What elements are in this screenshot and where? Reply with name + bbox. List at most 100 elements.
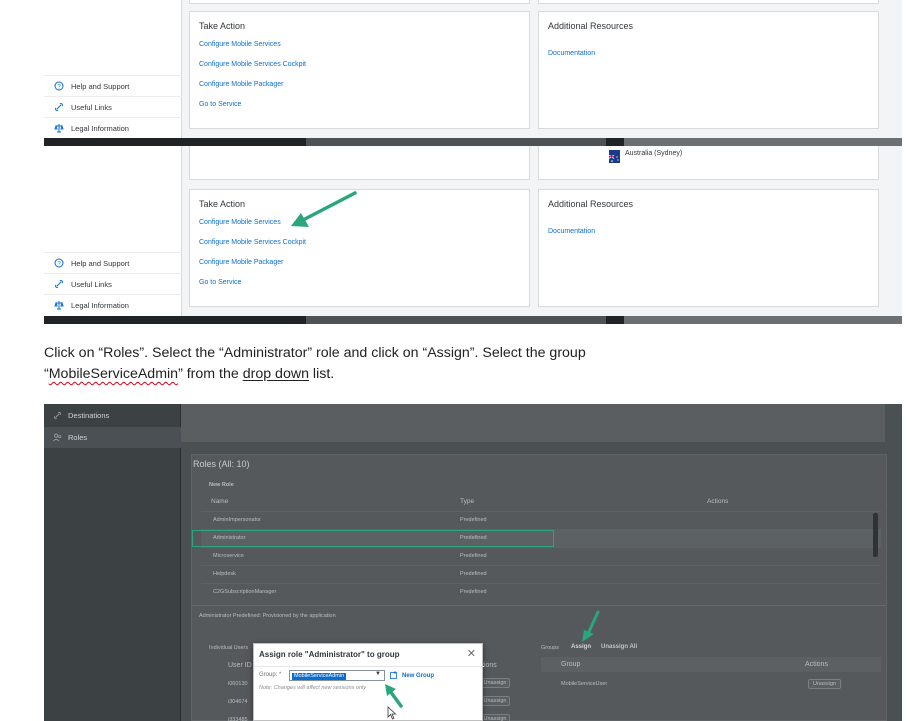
sidebar-item-help[interactable]: ? Help and Support (44, 75, 182, 96)
link-icon (54, 102, 64, 112)
sidebar-item-label: Roles (68, 433, 88, 442)
additional-resources-card: Additional Resources Documentation (538, 11, 879, 129)
sidebar-item-label: Help and Support (71, 258, 130, 268)
take-action-card: Take Action Configure Mobile Services Co… (189, 11, 530, 129)
role-detail-line: Administrator Predefined: Provisioned by… (199, 613, 336, 619)
pointer-arrow-icon (582, 610, 600, 642)
sidebar-item-roles[interactable]: Roles (44, 427, 181, 448)
group-select-value: MobileServiceAdmin (292, 672, 347, 680)
user-id-column: User ID (228, 662, 252, 669)
link-go-to-service[interactable]: Go to Service (199, 279, 241, 286)
roles-title: Roles (All: 10) (193, 459, 250, 469)
pointer-arrow-icon (291, 191, 357, 227)
sidebar: ? Help and Support Useful Links Legal In… (44, 0, 182, 146)
sidebar-item-label: Legal Information (71, 123, 129, 133)
link-configure-mobile-services[interactable]: Configure Mobile Services (199, 41, 281, 48)
sidebar-item-destinations[interactable]: Destinations (44, 405, 181, 426)
additional-resources-title: Additional Resources (548, 21, 634, 31)
table-scrollbar[interactable] (873, 513, 878, 557)
group-row: MobileServiceUser (561, 681, 608, 687)
roles-icon (52, 433, 62, 443)
link-configure-mobile-services[interactable]: Configure Mobile Services (199, 219, 281, 226)
table-row[interactable]: Helpdesk Predefined (201, 565, 881, 583)
help-icon: ? (54, 81, 64, 91)
sidebar-item-useful-links[interactable]: Useful Links (44, 273, 182, 294)
instruction-group-name: MobileServiceAdmin (48, 366, 179, 382)
unassign-button[interactable]: Unassign (808, 679, 841, 689)
group-field-label: Group: * (259, 672, 282, 678)
card-top-partial (538, 0, 879, 4)
sidebar-item-label: Useful Links (71, 279, 112, 289)
link-icon (54, 279, 64, 289)
sidebar-item-useful-links[interactable]: Useful Links (44, 96, 182, 117)
new-group-button[interactable]: New Group (390, 671, 434, 681)
table-row[interactable]: AdminImpersonator Predefined (201, 511, 881, 529)
unassign-user-button[interactable]: Unassign (480, 696, 510, 706)
screenshot-overview-top: ? Help and Support Useful Links Legal In… (44, 0, 902, 146)
sidebar: ? Help and Support Useful Links Legal In… (44, 146, 182, 324)
dialog-title: Assign role "Administrator" to group (259, 650, 400, 659)
assign-button[interactable]: Assign (571, 644, 591, 650)
assign-role-dialog: Assign role "Administrator" to group ✕ G… (253, 643, 484, 721)
table-row[interactable]: Microservice Predefined (201, 547, 881, 565)
instruction-text: Click on “Roles”. Select the “Administra… (44, 345, 586, 361)
sidebar-item-label: Destinations (68, 411, 110, 420)
sidebar-item-label: Help and Support (71, 81, 130, 91)
chevron-down-icon[interactable]: ▼ (375, 671, 381, 677)
group-select[interactable]: MobileServiceAdmin ▼ (289, 670, 385, 681)
link-documentation[interactable]: Documentation (548, 50, 595, 57)
column-type: Type (460, 498, 475, 505)
groups-label: Groups (541, 645, 560, 651)
screenshot-overview-arrow: ? Help and Support Useful Links Legal In… (44, 146, 902, 324)
take-action-card: Take Action Configure Mobile Services Co… (189, 189, 530, 307)
close-icon[interactable]: ✕ (467, 647, 476, 660)
link-documentation[interactable]: Documentation (548, 228, 595, 235)
user-row: i333485 (228, 717, 248, 721)
help-icon: ? (54, 258, 64, 268)
user-row: i304674 (228, 699, 248, 705)
taskbar (44, 316, 902, 324)
taskbar (44, 138, 902, 146)
actions-column-partial: tions (482, 662, 497, 669)
additional-resources-title: Additional Resources (548, 199, 634, 209)
table-row[interactable]: C2GSubscriptionManager Predefined (201, 583, 881, 601)
take-action-title: Take Action (199, 21, 246, 31)
mouse-cursor-icon (387, 706, 397, 720)
unassign-all-button[interactable]: Unassign All (601, 644, 637, 650)
sidebar-item-label: Useful Links (71, 102, 112, 112)
additional-resources-card: Additional Resources Documentation (538, 189, 879, 307)
group-column: Group (561, 661, 581, 668)
sidebar-item-label: Legal Information (71, 300, 129, 310)
card-top-partial: Australia (Sydney) (538, 146, 879, 180)
card-top-partial (189, 146, 530, 180)
region-label: Australia (Sydney) (625, 150, 683, 157)
instruction-text: list. (308, 366, 335, 382)
individual-users-label: Individual Users (209, 645, 249, 651)
new-role-button[interactable]: New Role (209, 482, 234, 488)
link-configure-mobile-services-cockpit[interactable]: Configure Mobile Services Cockpit (199, 239, 306, 246)
link-configure-mobile-packager[interactable]: Configure Mobile Packager (199, 81, 283, 88)
sidebar-item-help[interactable]: ? Help and Support (44, 252, 182, 273)
legal-icon (54, 300, 64, 310)
dialog-note: Note: Changes will affect new sessions o… (259, 685, 366, 691)
instruction-paragraph: Click on “Roles”. Select the “Administra… (44, 343, 864, 385)
link-go-to-service[interactable]: Go to Service (199, 101, 241, 108)
link-configure-mobile-packager[interactable]: Configure Mobile Packager (199, 259, 283, 266)
new-group-icon (390, 671, 398, 681)
instruction-text: ” from the (178, 366, 243, 382)
sidebar-item-legal[interactable]: Legal Information (44, 294, 182, 315)
take-action-title: Take Action (199, 199, 246, 209)
unassign-user-button[interactable]: Unassign (480, 714, 510, 721)
column-name: Name (211, 498, 229, 505)
blurred-header (181, 404, 885, 442)
administrator-highlight (192, 530, 554, 547)
user-row: i060130 (228, 681, 248, 687)
legal-icon (54, 123, 64, 133)
card-top-partial (189, 0, 530, 4)
unassign-user-button[interactable]: Unassign (480, 678, 510, 688)
destinations-icon (52, 411, 62, 421)
group-actions-column: Actions (805, 661, 828, 668)
link-configure-mobile-services-cockpit[interactable]: Configure Mobile Services Cockpit (199, 61, 306, 68)
column-actions: Actions (707, 498, 729, 505)
sidebar-item-legal[interactable]: Legal Information (44, 117, 182, 138)
